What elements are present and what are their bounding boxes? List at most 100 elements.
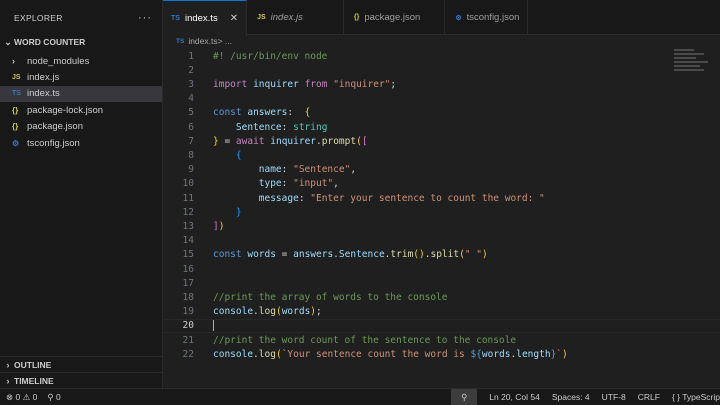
ports-indicator[interactable]: ⚲ 0 xyxy=(47,392,60,403)
code-line[interactable]: 4 xyxy=(163,92,720,106)
code-text: name: "Sentence", xyxy=(213,164,356,175)
breadcrumb-rest[interactable]: > ... xyxy=(218,36,232,46)
chevron-right-icon: › xyxy=(6,375,10,386)
encoding[interactable]: UTF-8 xyxy=(602,392,626,402)
code-text: //print the array of words to the consol… xyxy=(213,292,448,303)
tab-index-js[interactable]: JS index.js xyxy=(247,0,344,35)
more-actions-icon[interactable]: ··· xyxy=(138,12,152,24)
code-text: const answers: { xyxy=(213,107,310,118)
tab-label: tsconfig.json xyxy=(466,12,520,23)
code-line[interactable]: 3 import inquirer from "inquirer"; xyxy=(163,77,720,91)
folder-name: WORD COUNTER xyxy=(14,37,86,47)
cursor-position[interactable]: Ln 20, Col 54 xyxy=(489,392,540,402)
code-text: type: "input", xyxy=(213,178,339,189)
code-token: ) xyxy=(482,249,488,261)
code-line[interactable]: 16 xyxy=(163,262,720,276)
language-mode[interactable]: { } TypeScrip xyxy=(672,392,720,402)
code-token: import xyxy=(213,78,248,90)
line-number: 16 xyxy=(182,263,194,275)
text-cursor xyxy=(213,320,214,332)
tree-item[interactable]: {} package-lock.json xyxy=(0,102,162,118)
tab-package-json[interactable]: {} package.json xyxy=(344,0,446,35)
code-token: answers xyxy=(293,249,334,261)
close-icon[interactable]: ✕ xyxy=(230,13,238,24)
code-line[interactable]: 19 console.log(words); xyxy=(163,305,720,319)
code-token: prompt xyxy=(321,135,357,147)
line-number: 17 xyxy=(182,277,194,289)
code-token: //print the array of words to the consol… xyxy=(213,291,448,303)
warning-icon: ⚠ xyxy=(22,391,31,402)
code-line[interactable]: 12 } xyxy=(163,205,720,219)
timeline-label: TIMELINE xyxy=(14,375,54,386)
code-token: Sentence xyxy=(338,249,385,261)
timeline-section[interactable]: › TIMELINE xyxy=(0,372,162,388)
code-token: log xyxy=(258,348,276,360)
tree-item[interactable]: › node_modules xyxy=(0,53,162,69)
code-line[interactable]: 18 //print the array of words to the cons… xyxy=(163,290,720,304)
zoom-icon[interactable]: ⚲ xyxy=(451,388,478,405)
code-line[interactable]: 13]) xyxy=(163,219,720,233)
code-line[interactable]: 1 #! /usr/bin/env node xyxy=(163,49,720,63)
code-token: , xyxy=(333,178,339,190)
code-line[interactable]: 8 { xyxy=(163,148,720,162)
code-token: : xyxy=(281,121,294,133)
tree-item[interactable]: ⚙ tsconfig.json xyxy=(0,135,162,151)
line-number: 20 xyxy=(182,320,194,332)
code-line[interactable]: 7} = await inquirer.prompt([ xyxy=(163,134,720,148)
code-line[interactable]: 20 xyxy=(163,318,720,333)
code-token: words xyxy=(281,306,311,318)
indentation[interactable]: Spaces: 4 xyxy=(552,392,590,402)
code-token: from xyxy=(304,78,328,90)
code-token: [ xyxy=(361,135,368,147)
tree-item[interactable]: JS index.js xyxy=(0,69,162,85)
code-line[interactable]: 6 Sentence: string xyxy=(163,120,720,134)
tab-tsconfig-json[interactable]: ⚙ tsconfig.json xyxy=(445,0,529,35)
line-number: 14 xyxy=(182,235,194,247)
warning-count: 0 xyxy=(32,391,38,402)
code-token: words xyxy=(247,249,276,261)
end-of-line[interactable]: CRLF xyxy=(638,392,660,402)
code-token: const xyxy=(213,107,242,119)
code-text: } xyxy=(213,207,242,218)
code-token: inquirer xyxy=(253,78,299,90)
code-line[interactable]: 9 name: "Sentence", xyxy=(163,163,720,177)
line-number: 7 xyxy=(188,135,194,147)
line-number: 15 xyxy=(182,249,194,261)
code-token: "Sentence" xyxy=(293,164,351,176)
code-line[interactable]: 2 xyxy=(163,63,720,77)
line-number: 18 xyxy=(182,291,194,303)
tree-item[interactable]: TS index.ts xyxy=(0,85,162,103)
outline-section[interactable]: › OUTLINE xyxy=(0,356,162,372)
code-token: message xyxy=(258,192,299,204)
code-line[interactable]: 15 const words = answers.Sentence.trim().… xyxy=(163,248,720,262)
code-line[interactable]: 17 xyxy=(163,276,720,290)
folder-header-word-counter[interactable]: ⌄ WORD COUNTER xyxy=(0,35,162,49)
json-file-icon: {} xyxy=(12,105,19,115)
code-line[interactable]: 21 //print the word count of the sentence… xyxy=(163,333,720,347)
code-line[interactable]: 10 type: "input", xyxy=(163,177,720,191)
line-number: 21 xyxy=(182,334,194,346)
tab-index-ts[interactable]: TS index.ts ✕ xyxy=(163,0,248,36)
code-line[interactable]: 5 const answers: { xyxy=(163,106,720,120)
code-text: const words = answers.Sentence.trim().sp… xyxy=(213,249,488,260)
breadcrumb[interactable]: TS index.ts > ... xyxy=(163,35,720,47)
problems-indicator[interactable]: ⊗ 0 ⚠ 0 xyxy=(6,392,37,403)
code-token: #! /usr/bin/env node xyxy=(213,50,328,62)
code-token: "Enter your sentence to count the word: … xyxy=(310,192,545,204)
breadcrumb-file[interactable]: index.ts xyxy=(188,36,217,46)
line-number: 5 xyxy=(188,107,194,119)
code-text: console.log(words); xyxy=(213,306,322,317)
code-editor[interactable]: 1 #! /usr/bin/env node 2 3 import inquirer f… xyxy=(163,47,720,388)
line-number: 11 xyxy=(182,192,194,204)
code-token: //print the word count of the sentence t… xyxy=(213,334,517,346)
code-token: ; xyxy=(390,78,397,90)
line-number: 22 xyxy=(182,348,194,360)
code-line[interactable]: 11 message: "Enter your sentence to coun… xyxy=(163,191,720,205)
code-line[interactable]: 14 xyxy=(163,234,720,248)
code-line[interactable]: 22 console.log(`Your sentence count the w… xyxy=(163,347,720,361)
file-type-icon: {} xyxy=(353,14,360,21)
ts-file-icon: TS xyxy=(176,37,185,45)
tree-item[interactable]: {} package.json xyxy=(0,119,162,135)
tab-label: index.js xyxy=(270,12,303,23)
